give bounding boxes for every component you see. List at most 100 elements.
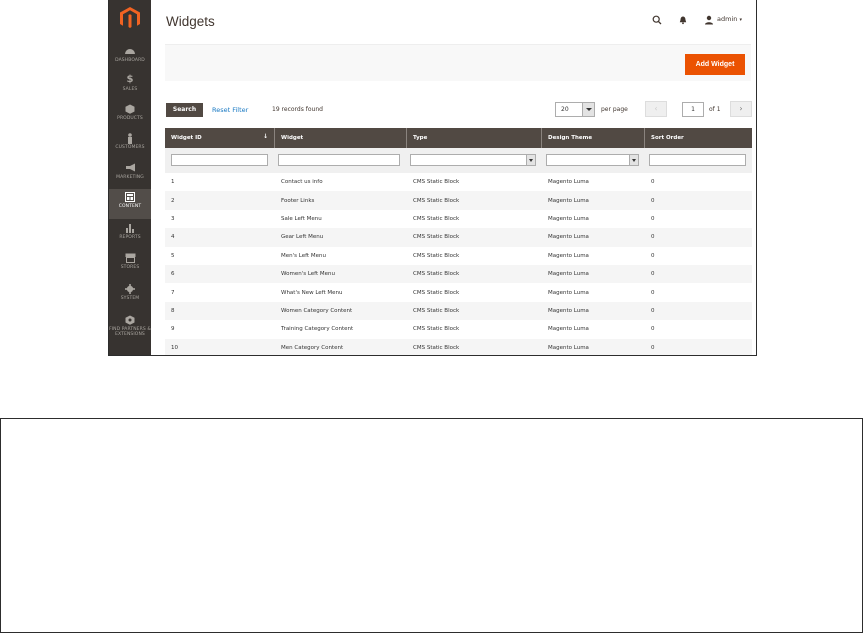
table-cell: Gear Left Menu [281,234,324,241]
page-title: Widgets [166,14,215,29]
user-icon[interactable] [704,15,714,25]
admin-username: admin [717,15,738,23]
sidebar-item-system[interactable]: SYSTEM [109,281,151,311]
magento-logo-icon[interactable] [119,6,141,30]
table-header-row: Widget ID ↓ Widget Type Design Theme Sor… [165,128,752,148]
search-icon[interactable] [652,15,662,25]
layout-icon [124,192,136,202]
table-cell: Men Category Content [281,344,344,351]
table-cell: 5 [171,252,175,259]
table-cell: Women's Left Menu [281,271,336,278]
per-page-label: per page [601,106,628,113]
sidebar-item-label: PRODUCTS [117,116,143,121]
table-cell: 3 [171,215,175,222]
page-number-input[interactable]: 1 [682,102,704,117]
sidebar-item-sales[interactable]: $ SALES [109,72,151,102]
table-cell: Magento Luma [548,307,589,314]
reset-filter-link[interactable]: Reset Filter [212,106,248,114]
table-row[interactable]: 4 Gear Left Menu CMS Static Block Magento L… [165,228,752,247]
previous-page-button[interactable]: ‹ [645,101,667,117]
puzzle-icon [124,315,136,325]
filter-widget-input[interactable] [278,154,400,166]
table-row[interactable]: 6 Women's Left Menu CMS Static Block Magent… [165,264,752,284]
gear-icon [124,284,136,294]
sidebar-item-label: DASHBOARD [115,58,145,63]
table-cell: 0 [651,179,655,186]
sidebar-item-stores[interactable]: STORES [109,250,151,280]
dollar-icon: $ [126,74,134,85]
table-cell: CMS Static Block [413,271,460,278]
filter-widget-id-input[interactable] [171,154,268,166]
caret-down-icon: ▾ [739,17,742,23]
chevron-down-icon[interactable] [582,103,594,116]
table-row[interactable]: 9 Training Category Content CMS Static Blo… [165,320,752,339]
table-cell: 0 [651,344,655,351]
admin-user-menu[interactable]: admin ▾ [717,15,742,23]
next-page-button[interactable]: › [730,101,752,117]
table-cell: Magento Luma [548,234,589,241]
table-cell: CMS Static Block [413,307,460,314]
column-header-type[interactable]: Type [407,128,542,148]
table-row[interactable]: 3 Sale Left Menu CMS Static Block Magento L… [165,209,752,229]
table-cell: 9 [171,326,175,333]
sidebar-item-products[interactable]: PRODUCTS [109,101,151,131]
sidebar-item-dashboard[interactable]: DASHBOARD [109,43,151,73]
table-row[interactable]: 1 Contact us info CMS Static Block Magento … [165,173,752,192]
filter-sort-order-input[interactable] [649,154,746,166]
table-cell: 1 [171,179,175,186]
table-cell: Training Category Content [281,326,354,333]
empty-panel [0,418,863,633]
column-header-widget[interactable]: Widget [275,128,407,148]
table-cell: CMS Static Block [413,326,460,333]
table-cell: 0 [651,289,655,296]
table-cell: 8 [171,307,175,314]
table-row[interactable]: 7 What's New Left Menu CMS Static Block Mag… [165,283,752,302]
sidebar-item-marketing[interactable]: MARKETING [109,160,151,190]
store-icon [124,253,136,263]
sidebar-item-content[interactable]: CONTENT [109,189,151,219]
column-header-widget-id[interactable]: Widget ID ↓ [165,128,275,148]
person-icon [124,133,136,144]
table-cell: Magento Luma [548,197,589,204]
table-row[interactable]: 5 Men's Left Menu CMS Static Block Magento … [165,246,752,265]
table-cell: Sale Left Menu [281,215,322,222]
bar-chart-icon [124,223,136,233]
per-page-select[interactable]: 20 [555,102,595,117]
table-cell: 0 [651,271,655,278]
add-widget-button[interactable]: Add Widget [685,54,745,75]
table-cell: CMS Static Block [413,289,460,296]
sidebar-item-reports[interactable]: REPORTS [109,220,151,250]
sidebar-item-customers[interactable]: CUSTOMERS [109,130,151,160]
table-cell: 0 [651,252,655,259]
table-cell: Magento Luma [548,326,589,333]
table-cell: CMS Static Block [413,344,460,351]
column-header-sort-order[interactable]: Sort Order [645,128,752,148]
sidebar-item-label: CUSTOMERS [115,145,145,150]
table-row[interactable]: 10 Men Category Content CMS Static Block Ma… [165,338,752,355]
sidebar-item-label: SYSTEM [120,296,140,301]
table-cell: 0 [651,197,655,204]
table-row[interactable]: 8 Women Category Content CMS Static Block M… [165,301,752,321]
sidebar-item-find-partners-extensions[interactable]: FIND PARTNERS & EXTENSIONS [109,312,151,348]
table-cell: 7 [171,289,175,296]
table-row[interactable]: 2 Footer Links CMS Static Block Magento Lum… [165,191,752,210]
sidebar-item-label: STORES [120,265,140,270]
column-header-design-theme[interactable]: Design Theme [542,128,645,148]
table-cell: CMS Static Block [413,197,460,204]
filter-design-theme-select[interactable] [546,154,639,166]
table-cell: 2 [171,197,175,204]
table-cell: CMS Static Block [413,179,460,186]
table-cell: Magento Luma [548,215,589,222]
bell-icon[interactable] [678,15,688,25]
box-icon [124,104,136,114]
megaphone-icon [124,163,136,173]
page-actions-bar: Add Widget [165,44,751,81]
per-page-value: 20 [561,106,569,113]
table-cell: 0 [651,215,655,222]
search-button[interactable]: Search [166,103,203,117]
table-cell: Contact us info [281,179,323,186]
table-cell: What's New Left Menu [281,289,343,296]
filter-type-select[interactable] [410,154,536,166]
table-cell: Magento Luma [548,252,589,259]
table-cell: CMS Static Block [413,252,460,259]
